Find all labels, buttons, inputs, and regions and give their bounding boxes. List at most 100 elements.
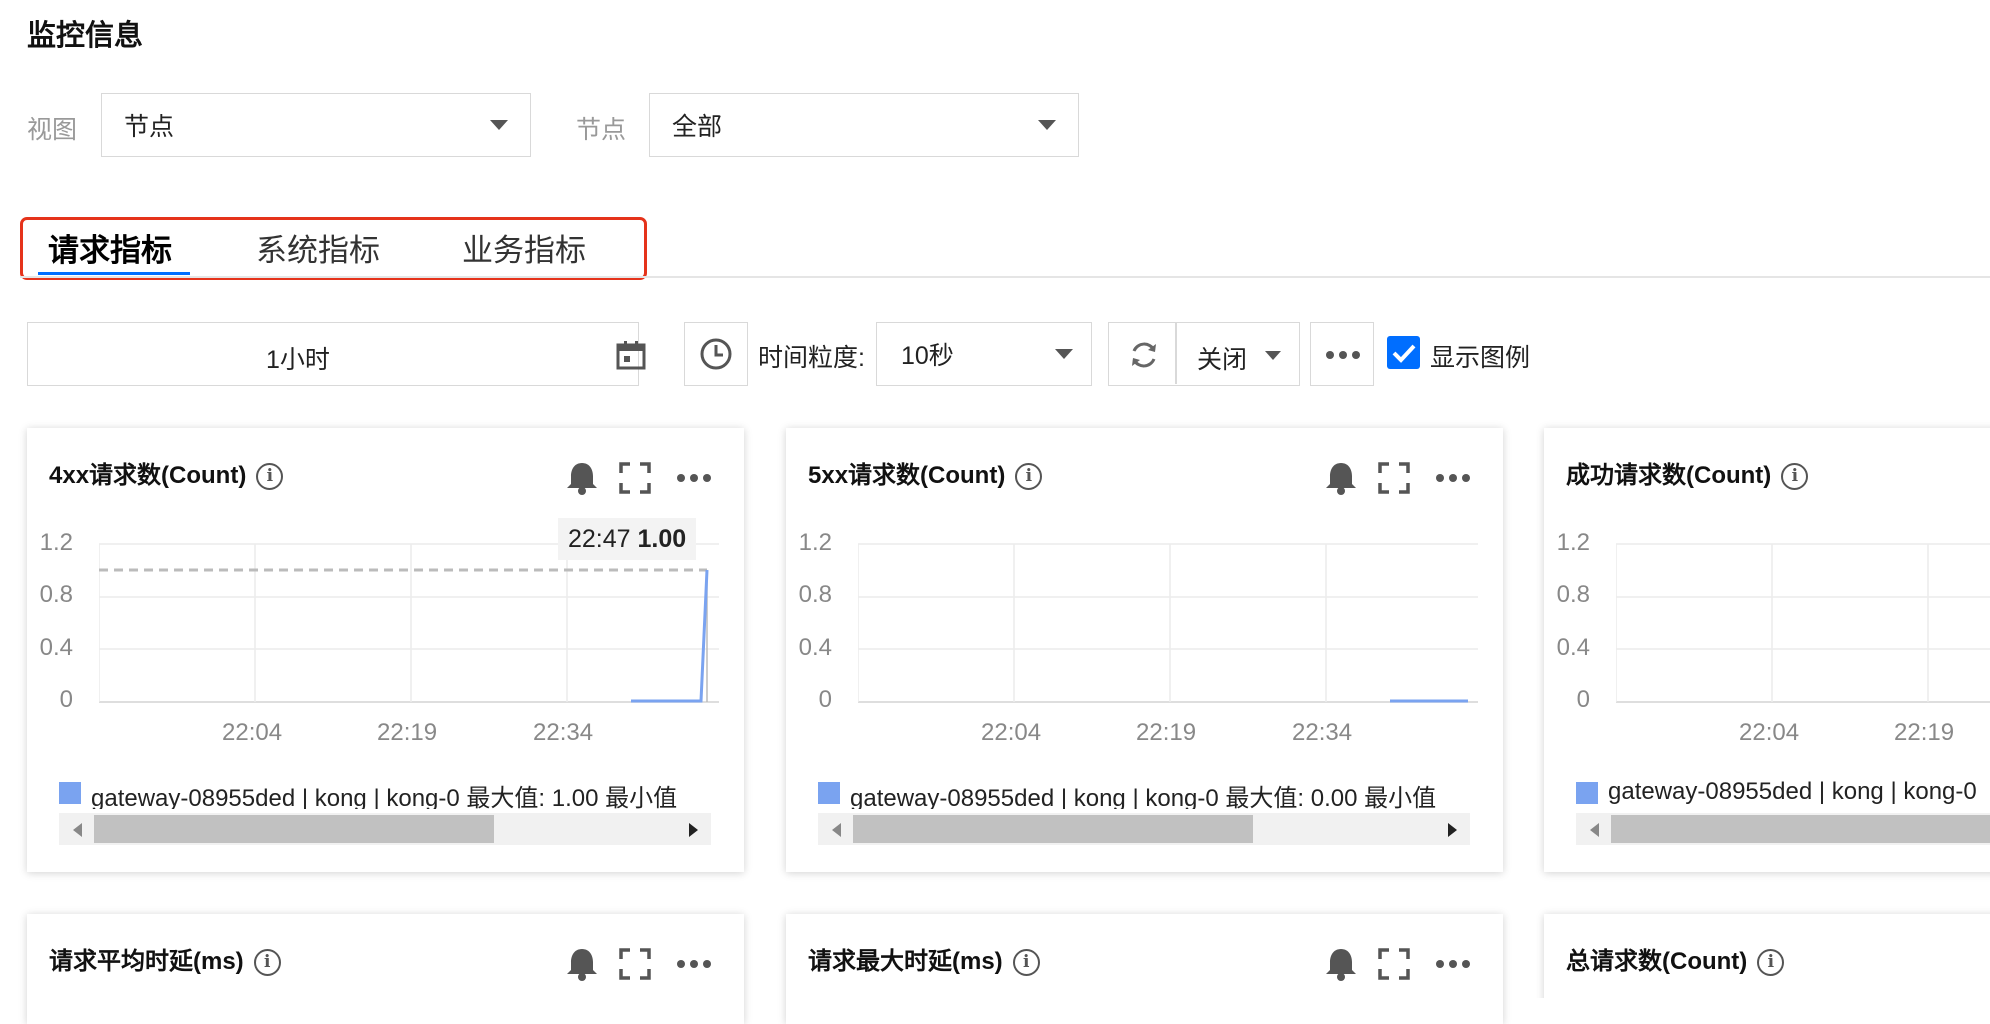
chart-plot-4xx <box>99 543 719 703</box>
legend-scrollbar[interactable] <box>59 813 711 845</box>
view-select[interactable]: 节点 <box>101 93 531 157</box>
checkmark-icon <box>1392 344 1416 363</box>
chart-title-text: 成功请求数(Count) <box>1566 462 1772 489</box>
chevron-down-icon <box>1038 120 1056 130</box>
more-icon[interactable] <box>676 958 712 970</box>
legend-text[interactable]: gateway-08955ded | kong | kong-0 最大值: 0.… <box>850 778 1436 809</box>
chart-title-text: 请求最大时延(ms) <box>808 948 1003 975</box>
info-icon[interactable]: i <box>256 463 284 491</box>
chart-card-title: 总请求数(Count) i <box>1566 941 1785 977</box>
tab-system-metrics[interactable]: 系统指标 <box>256 225 380 270</box>
x-tick-label: 22:04 <box>981 719 1042 746</box>
info-icon[interactable]: i <box>1015 463 1043 491</box>
y-tick-label: 0 <box>59 686 73 713</box>
x-tick-label: 22:34 <box>1292 719 1353 746</box>
chart-card-total-requests: 总请求数(Count) i <box>1544 914 1990 998</box>
fullscreen-icon[interactable] <box>619 462 651 494</box>
scrollbar-thumb[interactable] <box>1611 815 1990 843</box>
granularity-select[interactable]: 10秒 <box>876 322 1092 386</box>
alarm-bell-icon[interactable] <box>1324 946 1358 982</box>
legend-swatch <box>1576 782 1598 804</box>
legend-scrollbar[interactable] <box>1576 813 1990 845</box>
info-icon[interactable]: i <box>1757 949 1785 977</box>
fullscreen-icon[interactable] <box>619 948 651 980</box>
legend-text[interactable]: gateway-08955ded | kong | kong-0 <box>1608 778 1977 806</box>
scroll-right-icon[interactable] <box>1448 823 1457 837</box>
chart-legend: gateway-08955ded | kong | kong-0 <box>1576 775 1990 809</box>
y-tick-label: 1.2 <box>798 529 832 556</box>
chart-card-clip: 总请求数(Count) i <box>1536 906 1990 998</box>
legend-swatch <box>59 782 81 804</box>
more-icon[interactable] <box>1435 472 1471 484</box>
legend-text[interactable]: gateway-08955ded | kong | kong-0 最大值: 1.… <box>91 778 677 809</box>
info-icon[interactable]: i <box>253 949 281 977</box>
chart-legend: gateway-08955ded | kong | kong-0 最大值: 1.… <box>59 775 722 809</box>
y-tick-label: 0 <box>818 686 832 713</box>
y-tick-label: 0.4 <box>39 634 73 661</box>
divider <box>1175 323 1177 384</box>
info-icon[interactable]: i <box>1781 463 1809 491</box>
chart-card-4xx: 4xx请求数(Count) i 1.2 0.8 0.4 0 22:47 1.00 … <box>27 428 744 872</box>
chart-legend: gateway-08955ded | kong | kong-0 最大值: 0.… <box>818 775 1481 809</box>
y-tick-label: 0.4 <box>1556 634 1590 661</box>
tabs-divider <box>20 276 1990 278</box>
page-title: 监控信息 <box>27 20 144 52</box>
y-tick-label: 0.4 <box>798 634 832 661</box>
chart-card-title: 请求最大时延(ms) i <box>808 941 1040 977</box>
chart-card-clip: 成功请求数(Count) i 1.2 0.8 0.4 0 22:04 22:19 … <box>1536 420 1990 884</box>
more-options-button[interactable] <box>1310 322 1374 386</box>
chart-card-title: 5xx请求数(Count) i <box>808 455 1043 491</box>
node-select[interactable]: 全部 <box>649 93 1079 157</box>
active-tab-indicator <box>38 272 190 275</box>
auto-refresh-control[interactable]: 关闭 <box>1108 322 1300 386</box>
legend-scrollbar[interactable] <box>818 813 1470 845</box>
show-legend-checkbox[interactable] <box>1387 336 1420 369</box>
chart-title-text: 总请求数(Count) <box>1566 948 1748 975</box>
y-tick-label: 1.2 <box>39 529 73 556</box>
node-select-value: 全部 <box>672 113 723 141</box>
tab-business-metrics[interactable]: 业务指标 <box>462 225 586 270</box>
node-filter-label: 节点 <box>576 116 627 144</box>
chart-title-text: 请求平均时延(ms) <box>49 948 244 975</box>
chart-card-success: 成功请求数(Count) i 1.2 0.8 0.4 0 22:04 22:19 … <box>1544 428 1990 872</box>
more-icon[interactable] <box>676 472 712 484</box>
tooltip-time: 22:47 <box>568 525 631 553</box>
tab-request-metrics[interactable]: 请求指标 <box>48 225 172 270</box>
alarm-bell-icon[interactable] <box>565 460 599 496</box>
time-range-picker[interactable]: 1小时 <box>27 322 646 386</box>
scrollbar-thumb[interactable] <box>94 815 494 843</box>
view-filter-label: 视图 <box>27 116 78 144</box>
y-tick-label: 0.8 <box>798 581 832 608</box>
alarm-bell-icon[interactable] <box>1324 460 1358 496</box>
info-icon[interactable]: i <box>1012 949 1040 977</box>
calendar-icon <box>616 341 646 370</box>
y-tick-label: 0.8 <box>1556 581 1590 608</box>
scroll-left-icon[interactable] <box>73 823 82 837</box>
y-tick-label: 0.8 <box>39 581 73 608</box>
clock-button[interactable] <box>684 322 748 386</box>
refresh-icon <box>1132 342 1156 368</box>
scroll-left-icon[interactable] <box>832 823 841 837</box>
chart-card-title: 请求平均时延(ms) i <box>49 941 281 977</box>
x-tick-label: 22:19 <box>1894 719 1955 746</box>
chart-card-max-latency: 请求最大时延(ms) i <box>786 914 1503 1024</box>
more-icon <box>1326 351 1360 359</box>
more-icon[interactable] <box>1435 958 1471 970</box>
scroll-right-icon[interactable] <box>689 823 698 837</box>
x-tick-label: 22:19 <box>1136 719 1197 746</box>
clock-icon <box>700 338 732 370</box>
alarm-bell-icon[interactable] <box>565 946 599 982</box>
chart-tooltip: 22:47 1.00 <box>558 518 697 560</box>
fullscreen-icon[interactable] <box>1378 462 1410 494</box>
chevron-down-icon <box>1055 349 1073 359</box>
chart-title-text: 5xx请求数(Count) <box>808 462 1006 489</box>
chevron-down-icon <box>1265 351 1281 360</box>
chevron-down-icon <box>490 120 508 130</box>
view-select-value: 节点 <box>124 113 175 141</box>
scroll-left-icon[interactable] <box>1590 823 1599 837</box>
y-tick-label: 0 <box>1576 686 1590 713</box>
scrollbar-thumb[interactable] <box>853 815 1253 843</box>
chart-title-text: 4xx请求数(Count) <box>49 462 247 489</box>
granularity-value: 10秒 <box>901 342 954 370</box>
fullscreen-icon[interactable] <box>1378 948 1410 980</box>
